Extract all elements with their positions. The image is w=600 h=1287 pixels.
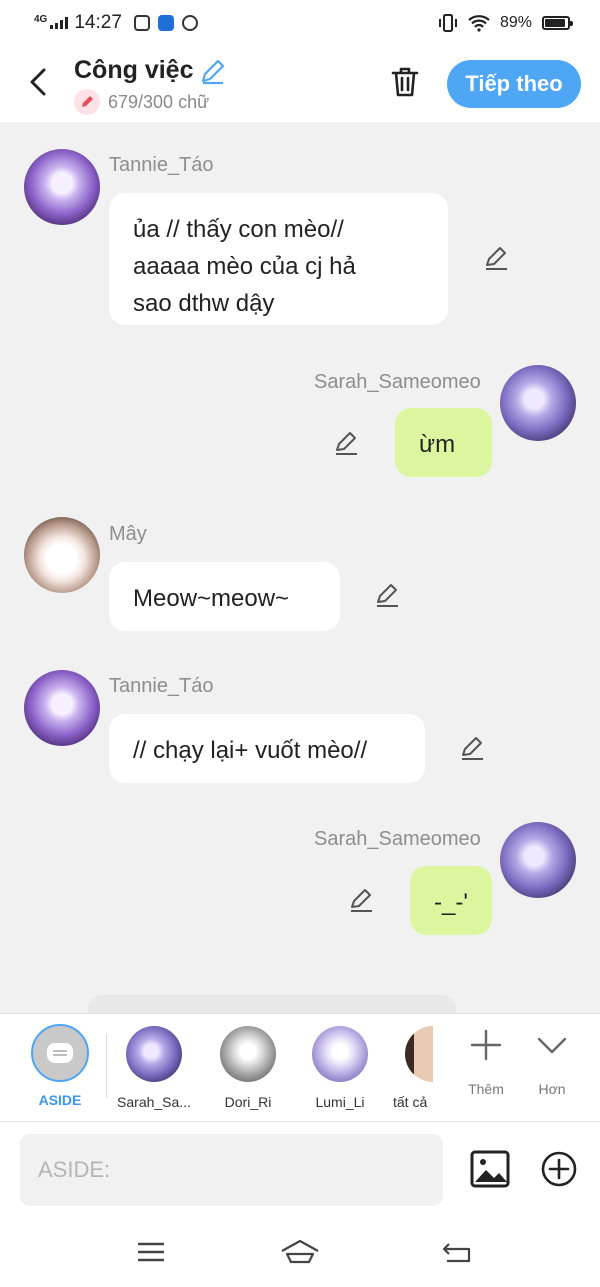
avatar-sarah[interactable] — [500, 365, 576, 441]
more-label: Hơn — [538, 1081, 566, 1097]
edit-message-icon[interactable] — [331, 428, 361, 458]
edit-title-icon[interactable] — [199, 57, 227, 85]
add-circle-icon[interactable] — [541, 1151, 577, 1187]
sender-name: Sarah_Sameomeo — [314, 828, 481, 850]
avatar-may[interactable] — [24, 517, 100, 593]
character-name: tất cả — [393, 1094, 428, 1110]
avatar-tannie[interactable] — [24, 149, 100, 225]
image-icon[interactable] — [470, 1150, 510, 1188]
character-avatar — [126, 1026, 182, 1082]
character-name: Sarah_Sa... — [117, 1094, 191, 1110]
message-bubble[interactable]: Meow~meow~ — [109, 562, 340, 631]
character-avatar — [405, 1026, 433, 1082]
edit-message-icon[interactable] — [372, 580, 402, 610]
edit-message-icon[interactable] — [457, 733, 487, 763]
system-nav-bar — [0, 1217, 600, 1287]
back-nav-button[interactable] — [437, 1235, 477, 1269]
trash-icon — [391, 67, 419, 97]
divider — [106, 1034, 107, 1098]
pen-icon — [74, 89, 100, 115]
message-bubble[interactable]: // chạy lại+ vuốt mèo// — [109, 714, 425, 783]
next-button[interactable]: Tiếp theo — [447, 60, 581, 108]
title-area: Công việc 679/300 chữ — [74, 56, 227, 115]
edit-message-icon[interactable] — [481, 243, 511, 273]
network-type: 4G — [34, 13, 48, 25]
aside-chat-icon — [31, 1024, 89, 1082]
character-item[interactable]: Dori_Ri — [205, 1026, 291, 1110]
more-button[interactable]: Hơn — [527, 1028, 577, 1097]
menu-icon — [138, 1242, 164, 1262]
back-button[interactable] — [24, 64, 52, 100]
message-input[interactable] — [20, 1134, 443, 1206]
header: Công việc 679/300 chữ Tiếp theo — [0, 46, 600, 122]
plus-icon — [470, 1029, 502, 1061]
back-arrow-icon — [442, 1243, 471, 1263]
chevron-down-icon — [537, 1037, 567, 1054]
character-name: Lumi_Li — [315, 1094, 365, 1110]
status-bar: 4G 14:27 89% — [0, 0, 600, 46]
aside-selector[interactable]: ASIDE — [30, 1024, 90, 1108]
composer — [0, 1121, 600, 1217]
shield-app-icon — [181, 15, 198, 31]
character-avatar — [220, 1026, 276, 1082]
sender-name: Tannie_Táo — [109, 154, 214, 176]
home-button[interactable] — [280, 1235, 320, 1269]
clock: 14:27 — [74, 12, 122, 33]
home-icon — [281, 1239, 319, 1264]
wifi-icon — [468, 15, 490, 32]
sender-name: Mây — [109, 523, 147, 545]
character-bar: ASIDE Sarah_Sa... Dori_Ri Lumi_Li tất cả… — [0, 1013, 600, 1121]
zalo-icon — [133, 15, 150, 31]
sender-name: Sarah_Sameomeo — [314, 371, 481, 393]
avatar-tannie[interactable] — [24, 670, 100, 746]
chevron-left-icon — [30, 68, 46, 96]
sender-name: Tannie_Táo — [109, 675, 214, 697]
character-item[interactable]: Lumi_Li — [297, 1026, 383, 1110]
add-character-button[interactable]: Thêm — [461, 1028, 511, 1097]
message-bubble[interactable]: -_-' — [410, 866, 492, 935]
avatar-sarah[interactable] — [500, 822, 576, 898]
message-bubble[interactable]: ừm — [395, 408, 492, 477]
character-name: Dori_Ri — [224, 1094, 272, 1110]
add-label: Thêm — [468, 1081, 504, 1097]
page-title: Công việc — [74, 56, 194, 84]
character-avatar — [312, 1026, 368, 1082]
character-item[interactable]: tất cả — [393, 1026, 433, 1110]
battery-percent: 89% — [499, 14, 532, 31]
character-item[interactable]: Sarah_Sa... — [111, 1026, 197, 1110]
word-count: 679/300 chữ — [108, 91, 210, 112]
battery-icon — [542, 16, 573, 30]
signal-icon — [50, 17, 69, 29]
delete-button[interactable] — [388, 64, 422, 100]
zalo-pay-icon — [157, 15, 174, 31]
aside-label: ASIDE — [38, 1092, 82, 1108]
edit-message-icon[interactable] — [346, 885, 376, 915]
vibrate-icon — [438, 14, 457, 32]
menu-button[interactable] — [131, 1235, 171, 1269]
message-bubble[interactable]: ủa // thấy con mèo// aaaaa mèo của cj hả… — [109, 193, 448, 325]
